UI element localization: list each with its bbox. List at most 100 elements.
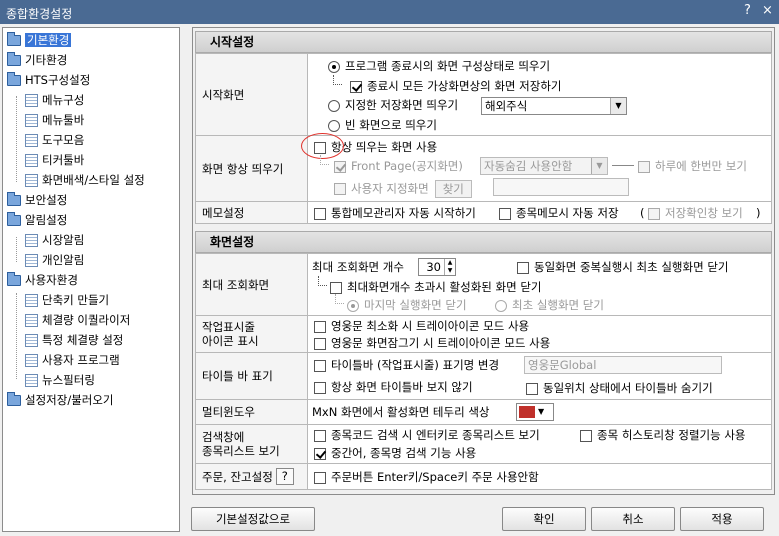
tree-item-security[interactable]: 보안설정 <box>7 191 67 209</box>
tree-item-label: 도구모음 <box>42 133 85 147</box>
title-name-input[interactable]: 영웅문Global <box>524 356 722 374</box>
checkbox-icon <box>334 183 346 195</box>
document-icon <box>25 334 38 347</box>
option-label: 종목코드 검색 시 엔터키로 종목리스트 보기 <box>331 428 540 442</box>
tree-connector <box>16 96 17 182</box>
tree-item-market-alert[interactable]: 시장알림 <box>25 231 84 249</box>
tree-item-label: 티커툴바 <box>42 153 85 167</box>
tree-item-volume[interactable]: 특정 체결량 설정 <box>25 331 123 349</box>
checkbox-search-history[interactable]: 종목 히스토리창 정렬기능 사용 <box>580 427 746 443</box>
checkbox-memo-confirm[interactable]: 저장확인창 보기 <box>648 205 743 221</box>
checkbox-icon <box>314 337 326 350</box>
document-icon <box>25 234 38 247</box>
checkbox-icon <box>314 447 326 460</box>
tree-item-menu-toolbar[interactable]: 메뉴툴바 <box>25 111 84 129</box>
checkbox-order-enter[interactable]: 주문버튼 Enter키/Space키 주문 사용안함 <box>314 469 539 485</box>
tree-item-style[interactable]: 화면배색/스타일 설정 <box>25 171 145 189</box>
tree-item-toolbox[interactable]: 도구모음 <box>25 131 84 149</box>
checkbox-icon <box>499 207 511 220</box>
tree-item-label: HTS구성설정 <box>25 73 91 87</box>
chevron-down-icon: ▼ <box>610 98 626 114</box>
option-label: 지정한 저장화면 띄우기 <box>345 98 459 112</box>
tree-item-news-filter[interactable]: 뉴스필터링 <box>25 371 95 389</box>
row-search: 검색창에 종목리스트 보기 종목코드 검색 시 엔터키로 종목리스트 보기 종목 … <box>195 425 772 464</box>
checkbox-search-enter[interactable]: 종목코드 검색 시 엔터키로 종목리스트 보기 <box>314 427 540 443</box>
checkbox-title-same-pos[interactable]: 동일위치 상태에서 타이틀바 숨기기 <box>526 380 713 396</box>
option-label: 하루에 한번만 보기 <box>655 159 747 173</box>
close-icon[interactable]: × <box>762 3 773 18</box>
select-value: 자동숨김 사용안함 <box>484 159 573 173</box>
checkbox-exceed-close[interactable]: 최대화면개수 초과시 활성화된 화면 닫기 <box>330 279 541 295</box>
help-icon[interactable]: ? <box>275 468 294 485</box>
row-memo: 메모설정 통합메모관리자 자동 시작하기 종목메모시 자동 저장 ( 저장확인창… <box>195 202 772 224</box>
document-icon <box>25 94 38 107</box>
tree-item-shortcut[interactable]: 단축키 만들기 <box>25 291 109 309</box>
checkbox-memo-auto[interactable]: 통합메모관리자 자동 시작하기 <box>314 205 476 221</box>
checkbox-tray-min[interactable]: 영웅문 최소화 시 트레이아이콘 모드 사용 <box>314 318 529 334</box>
tree-item-alert[interactable]: 알림설정 <box>7 211 67 229</box>
tree-item-menu-config[interactable]: 메뉴구성 <box>25 91 84 109</box>
defaults-button[interactable]: 기본설정값으로 <box>191 507 315 531</box>
tree-item-save-load[interactable]: 설정저장/불러오기 <box>7 391 114 409</box>
checkbox-icon <box>330 281 342 294</box>
option-label: 동일위치 상태에서 타이틀바 숨기기 <box>543 381 713 395</box>
checkbox-once-day[interactable]: 하루에 한번만 보기 <box>638 158 747 174</box>
checkbox-dup-close[interactable]: 동일화면 중복실행시 최초 실행화면 닫기 <box>517 259 728 275</box>
help-icon[interactable]: ? <box>744 3 751 18</box>
radio-saved-screen[interactable]: 지정한 저장화면 띄우기 <box>328 97 458 113</box>
chevron-down-icon: ▼ <box>538 407 545 416</box>
checkbox-tray-lock[interactable]: 영웅문 화면잠그기 시 트레이아이콘 모드 사용 <box>314 335 550 351</box>
row-tray: 작업표시줄 아이콘 표시 영웅문 최소화 시 트레이아이콘 모드 사용 영웅문 화… <box>195 316 772 353</box>
tree-item-label: 기본환경 <box>25 33 72 47</box>
option-label: 최초 실행화면 닫기 <box>512 298 604 312</box>
tree-item-user-env[interactable]: 사용자환경 <box>7 271 78 289</box>
paren-close: ) <box>756 206 761 220</box>
tree-item-hts[interactable]: HTS구성설정 <box>7 71 90 89</box>
tree-item-etc[interactable]: 기타환경 <box>7 51 67 69</box>
tree-connector <box>16 237 17 262</box>
tree-item-label: 개인알림 <box>42 253 85 267</box>
tree-item-personal-alert[interactable]: 개인알림 <box>25 251 84 269</box>
checkbox-user-screen[interactable]: 사용자 지정화면 찾기 <box>334 180 472 198</box>
folder-icon <box>7 32 21 46</box>
checkbox-title-hide[interactable]: 항상 화면 타이틀바 보지 않기 <box>314 379 473 395</box>
option-label: 마지막 실행화면 닫기 <box>364 298 467 312</box>
row-label-line2: 아이콘 표시 <box>202 334 259 348</box>
spin-arrows-icon[interactable]: ▲ ▼ <box>444 259 455 275</box>
apply-button[interactable]: 적용 <box>680 507 764 531</box>
radio-blank[interactable]: 빈 화면으로 띄우기 <box>328 117 437 133</box>
radio-program-state[interactable]: 프로그램 종료시의 화면 구성상태로 띄우기 <box>328 58 550 74</box>
radio-first-close[interactable]: 최초 실행화면 닫기 <box>495 297 604 313</box>
folder-icon <box>7 212 21 226</box>
tree-item-basic[interactable]: 기본환경 <box>7 31 72 49</box>
tree-item-ticker[interactable]: 티커툴바 <box>25 151 84 169</box>
checkbox-search-mid[interactable]: 중간어, 종목명 검색 기능 사용 <box>314 445 476 461</box>
option-label: 영웅문 최소화 시 트레이아이콘 모드 사용 <box>331 319 530 333</box>
cancel-button[interactable]: 취소 <box>591 507 675 531</box>
tree-item-user-program[interactable]: 사용자 프로그램 <box>25 351 120 369</box>
checkbox-save-virtual[interactable]: 종료시 모든 가상화면상의 화면 저장하기 <box>350 78 561 94</box>
find-button[interactable]: 찾기 <box>434 180 472 198</box>
document-icon <box>25 374 38 387</box>
tree-item-equalizer[interactable]: 체결량 이퀄라이저 <box>25 311 130 329</box>
checkbox-icon <box>638 160 650 173</box>
checkbox-front-page[interactable]: Front Page(공지화면) <box>334 158 463 174</box>
checkbox-icon <box>526 382 538 395</box>
tree-connector <box>16 293 17 379</box>
stepper-value: 30 <box>426 260 441 274</box>
document-icon <box>25 174 38 187</box>
option-label: 항상 화면 타이틀바 보지 않기 <box>331 380 473 394</box>
front-page-select[interactable]: 자동숨김 사용안함 ▼ <box>480 157 608 175</box>
saved-screen-select[interactable]: 해외주식 ▼ <box>481 97 627 115</box>
option-label: 중간어, 종목명 검색 기능 사용 <box>331 446 477 460</box>
checkbox-memo-save[interactable]: 종목메모시 자동 저장 <box>499 205 619 221</box>
tree-item-label: 메뉴구성 <box>42 93 85 107</box>
border-color-picker[interactable]: ▼ <box>516 403 554 421</box>
folder-icon <box>7 72 21 86</box>
ok-button[interactable]: 확인 <box>502 507 586 531</box>
radio-last-close[interactable]: 마지막 실행화면 닫기 <box>347 297 467 313</box>
checkbox-title-change[interactable]: 타이틀바 (작업표시줄) 표기명 변경 <box>314 357 499 373</box>
row-label: 메모설정 <box>196 202 308 223</box>
row-label-text: 주문, 잔고설정 <box>202 469 273 484</box>
user-screen-input[interactable] <box>493 178 629 196</box>
